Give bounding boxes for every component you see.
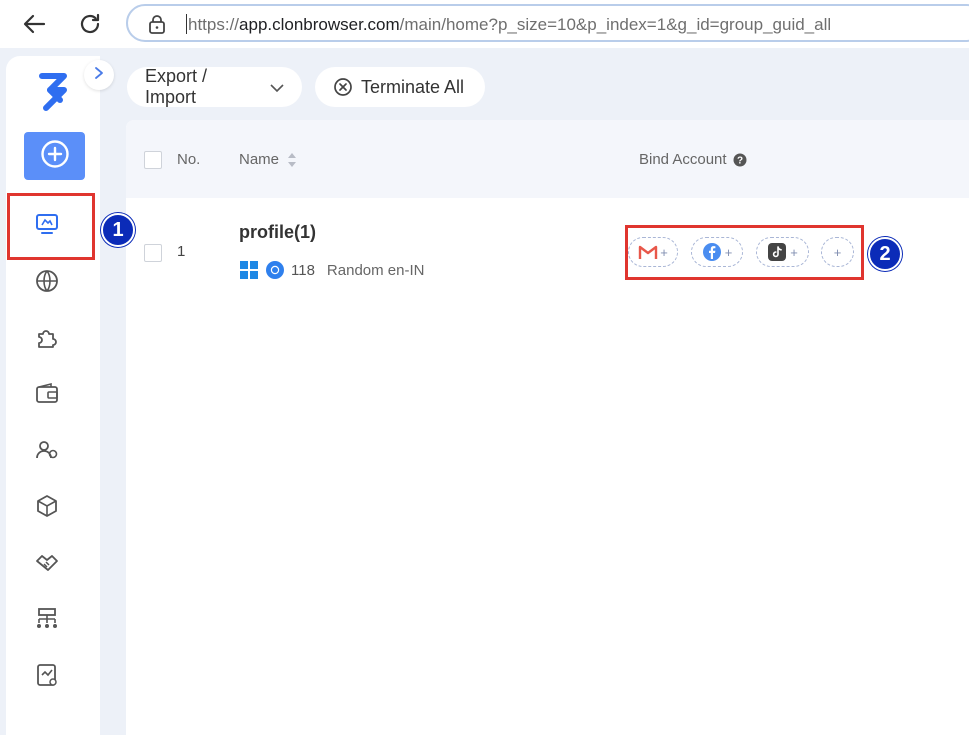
package-icon <box>34 493 60 524</box>
plus-circle-icon <box>40 139 70 174</box>
url-text: https://app.clonbrowser.com/main/home?p_… <box>186 14 831 35</box>
sidebar-item-extensions[interactable] <box>29 321 65 357</box>
header-name[interactable]: Name <box>239 151 297 168</box>
profile-name[interactable]: profile(1) <box>239 222 316 243</box>
help-icon[interactable]: ? <box>733 153 747 167</box>
select-all-checkbox[interactable] <box>144 151 162 169</box>
svg-text:?: ? <box>737 155 743 166</box>
sidebar-item-reports[interactable] <box>29 659 65 695</box>
export-import-dropdown[interactable]: Export / Import <box>127 66 302 107</box>
chrome-icon <box>265 260 285 280</box>
sort-icon[interactable] <box>287 152 297 168</box>
step-badge-1: 1 <box>101 213 135 247</box>
sidebar-item-team[interactable] <box>29 434 65 470</box>
highlight-box-bind-accounts <box>625 225 864 280</box>
chevron-right-icon <box>94 66 104 85</box>
terminate-all-label: Terminate All <box>361 76 465 97</box>
sidebar-item-wallet[interactable] <box>29 378 65 414</box>
highlight-box-profiles <box>7 193 95 260</box>
row-number: 1 <box>177 243 186 260</box>
sidebar-item-packages[interactable] <box>29 490 65 526</box>
report-icon <box>34 662 60 693</box>
org-icon <box>34 606 60 637</box>
header-bind-account: Bind Account ? <box>639 151 747 168</box>
chevron-down-icon <box>270 77 284 98</box>
url-prefix: https:// <box>188 15 240 34</box>
team-icon <box>34 437 60 468</box>
sidebar-item-partners[interactable] <box>29 546 65 582</box>
step-badge-2: 2 <box>868 237 902 271</box>
header-bind-account-label: Bind Account <box>639 151 727 168</box>
add-profile-button[interactable] <box>24 132 85 180</box>
url-path: /main/home?p_size=10&p_index=1&g_id=grou… <box>399 15 832 34</box>
windows-icon <box>239 260 259 280</box>
profiles-table: No. Name Bind Account ? 1 profile(1) 118… <box>126 120 969 740</box>
wallet-icon <box>34 381 60 412</box>
header-name-label: Name <box>239 151 280 168</box>
sidebar <box>6 56 100 756</box>
back-arrow-icon[interactable] <box>18 8 50 40</box>
lock-icon <box>148 14 166 39</box>
address-bar[interactable]: https://app.clonbrowser.com/main/home?p_… <box>126 4 969 42</box>
sidebar-expand-button[interactable] <box>84 60 114 90</box>
table-header: No. Name Bind Account ? <box>126 120 969 198</box>
browser-version: 118 <box>291 261 315 279</box>
reload-icon[interactable] <box>74 8 106 40</box>
row-checkbox[interactable] <box>144 244 162 262</box>
header-no: No. <box>177 151 201 168</box>
export-import-label: Export / Import <box>145 66 208 107</box>
profile-meta: 118 Random en-IN <box>239 260 424 280</box>
sidebar-item-organization[interactable] <box>29 603 65 639</box>
url-host: app.clonbrowser.com <box>239 15 400 34</box>
app-area: Export / Import Terminate All No. Name B… <box>0 48 969 756</box>
clonbrowser-logo <box>36 70 72 117</box>
terminate-all-button[interactable]: Terminate All <box>315 67 485 107</box>
fingerprint-label: Random en-IN <box>326 261 425 279</box>
extension-icon <box>34 324 60 355</box>
browser-toolbar: https://app.clonbrowser.com/main/home?p_… <box>0 0 969 48</box>
sidebar-item-proxies[interactable] <box>29 265 65 301</box>
close-circle-icon <box>333 77 353 97</box>
globe-icon <box>34 268 60 299</box>
handshake-icon <box>34 549 60 580</box>
